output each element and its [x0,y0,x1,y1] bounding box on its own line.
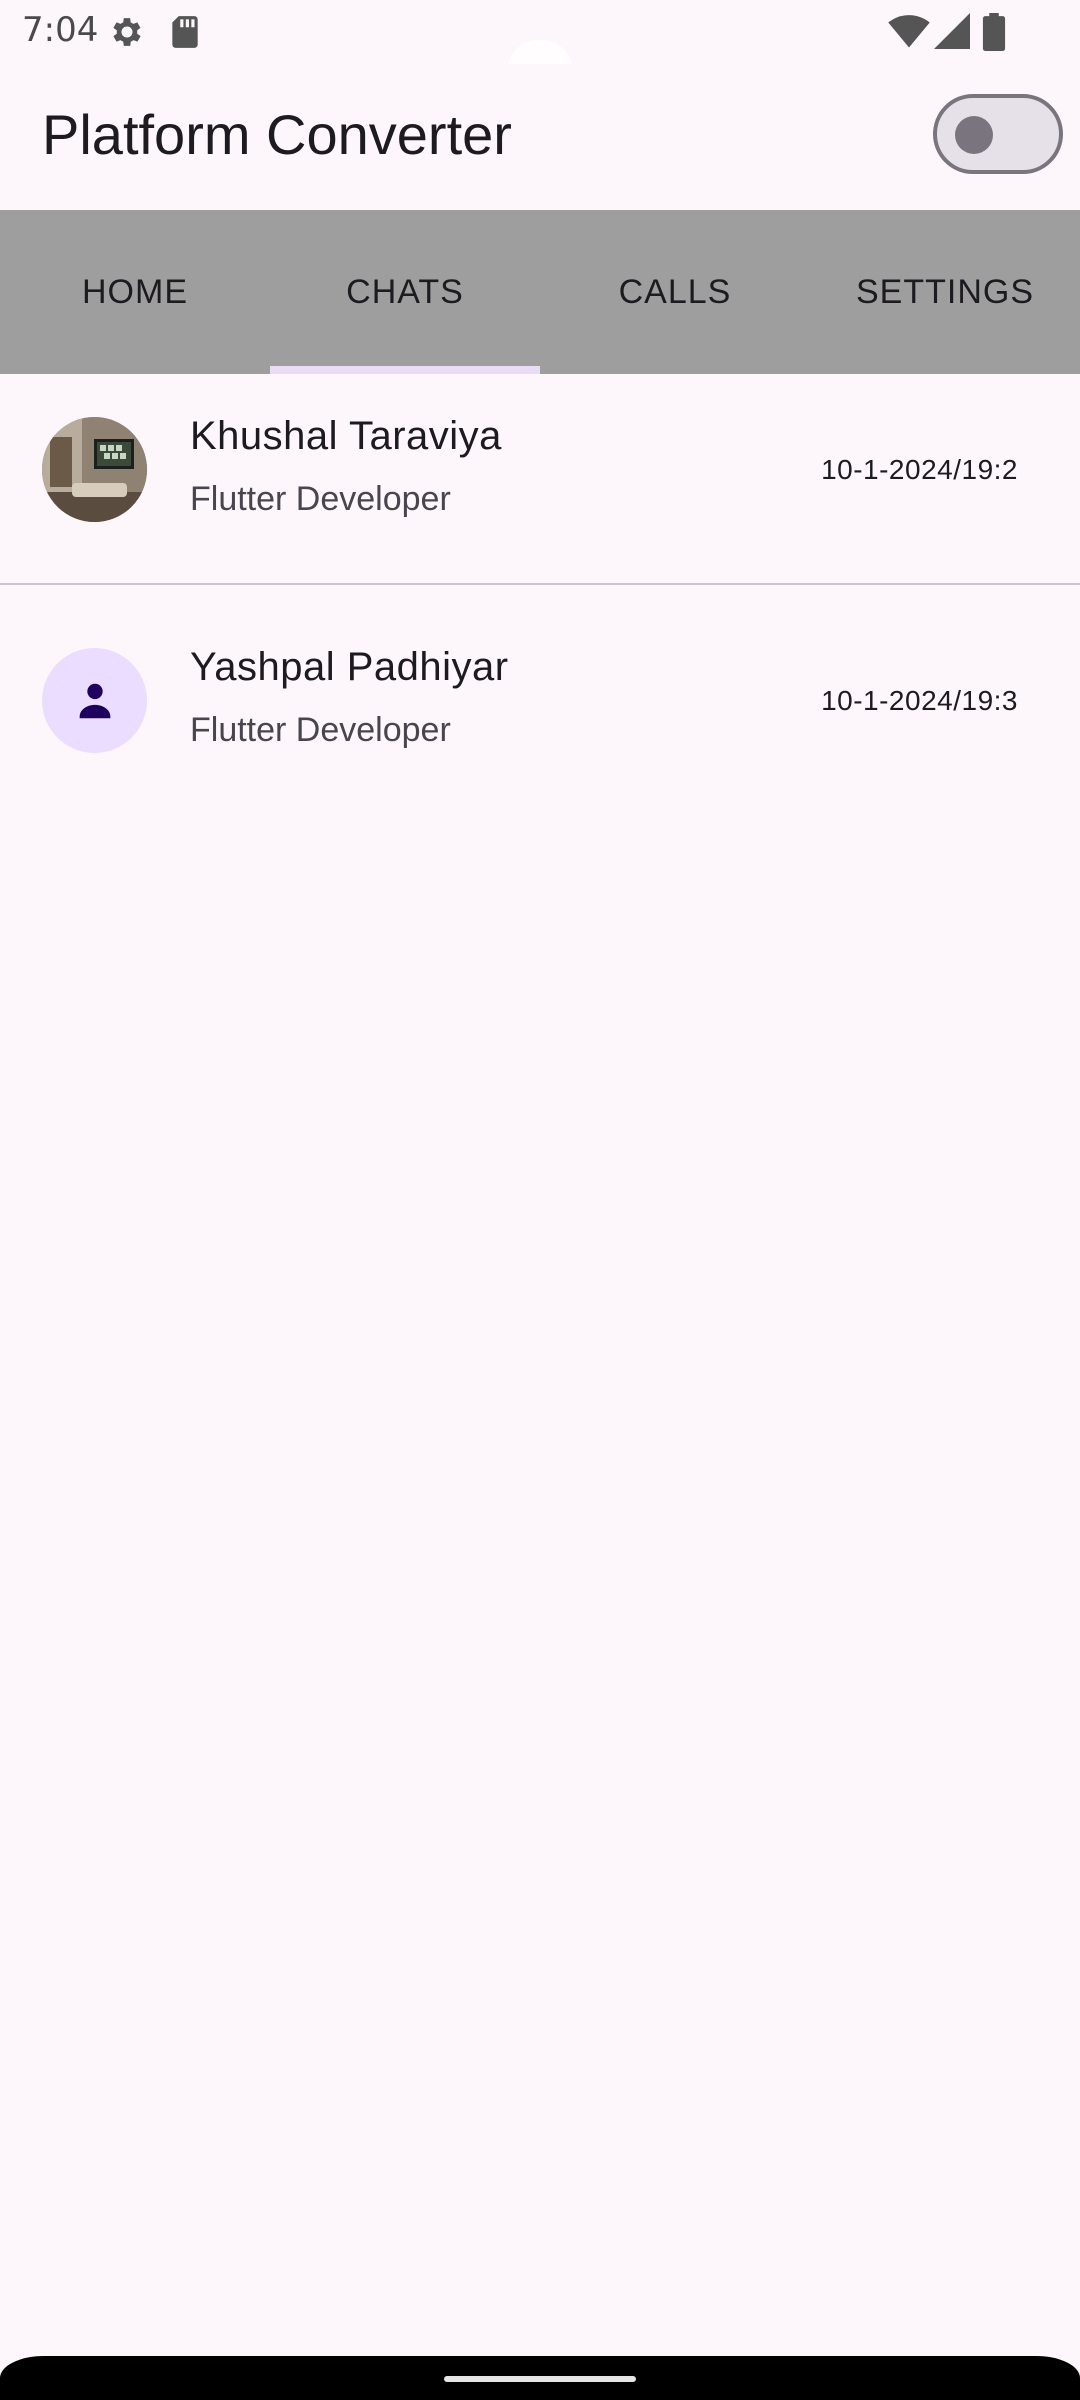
tab-calls[interactable]: CALLS [540,210,810,374]
cell-signal-icon [934,13,970,53]
page-title: Platform Converter [42,103,512,166]
tab-bar: HOME CHATS CALLS SETTINGS [0,210,1080,374]
tab-settings[interactable]: SETTINGS [810,210,1080,374]
contact-name: Yashpal Padhiyar [190,645,509,689]
chat-list-item[interactable]: Khushal Taraviya Flutter Developer 10-1-… [0,374,1080,585]
contact-name: Khushal Taraviya [190,414,502,458]
status-time: 7:04 [22,10,99,50]
tab-home[interactable]: HOME [0,210,270,374]
avatar[interactable] [42,417,147,522]
chat-list-item[interactable]: Yashpal Padhiyar Flutter Developer 10-1-… [0,585,1080,815]
wifi-icon [888,13,930,55]
battery-icon [982,13,1006,55]
chat-timestamp: 10-1-2024/19:3 [821,685,1018,716]
chat-timestamp: 10-1-2024/19:2 [821,454,1018,485]
gear-icon [108,13,146,55]
tab-label: CALLS [618,272,732,311]
person-icon [72,678,118,728]
tab-chats[interactable]: CHATS [270,210,540,374]
tab-indicator [270,366,540,374]
sd-card-icon [168,13,202,55]
switch-thumb [955,116,993,154]
gesture-navigation-bar [0,2356,1080,2400]
app-bar: Platform Converter [0,64,1080,210]
contact-subtitle: Flutter Developer [190,711,451,749]
avatar[interactable] [42,648,147,753]
tab-label: CHATS [346,272,464,311]
platform-toggle-switch[interactable] [933,94,1063,174]
home-gesture-handle[interactable] [444,2376,636,2382]
tab-label: HOME [82,272,188,311]
contact-subtitle: Flutter Developer [190,480,451,518]
tab-label: SETTINGS [855,272,1035,311]
chat-list: Khushal Taraviya Flutter Developer 10-1-… [0,374,1080,815]
